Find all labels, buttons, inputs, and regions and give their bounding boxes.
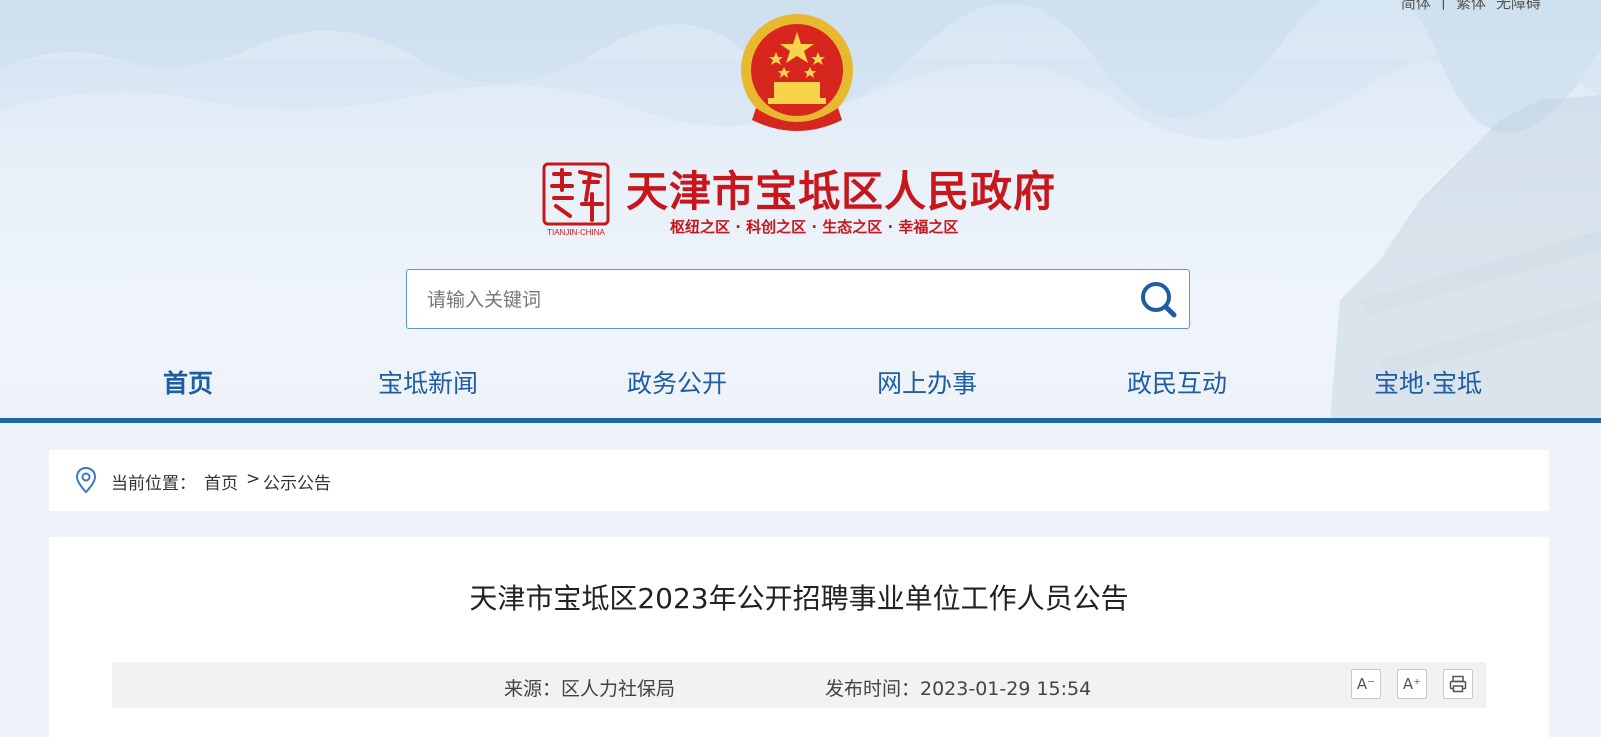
- print-button[interactable]: [1443, 669, 1473, 699]
- traditional-chinese-link[interactable]: 繁体: [1456, 0, 1486, 13]
- site-slogan: 枢纽之区 · 科创之区 · 生态之区 · 幸福之区: [670, 218, 959, 236]
- national-emblem-icon: [741, 14, 853, 131]
- simplified-chinese-link[interactable]: 简体: [1401, 0, 1431, 13]
- article-source: 来源：区人力社保局: [504, 678, 676, 700]
- location-pin-icon: [75, 466, 97, 494]
- nav-item-home[interactable]: 首页: [163, 364, 213, 400]
- font-increase-button[interactable]: A⁺: [1397, 669, 1427, 699]
- nav-item-government-affairs[interactable]: 政务公开: [627, 364, 727, 400]
- article-publish-time: 发布时间：2023-01-29 15:54: [825, 678, 1092, 700]
- breadcrumb: 当前位置： 首页 > 公示公告: [49, 450, 1549, 511]
- breadcrumb-label: 当前位置：: [111, 474, 196, 494]
- site-brand[interactable]: TIANJIN·CHINA 天津市宝坻区人民政府 枢纽之区 · 科创之区 · 生…: [540, 158, 1060, 240]
- seal-caption: TIANJIN·CHINA: [547, 228, 605, 237]
- nav-item-interaction[interactable]: 政民互动: [1127, 364, 1227, 400]
- search-icon[interactable]: [1137, 278, 1181, 322]
- font-decrease-button[interactable]: A⁻: [1351, 669, 1381, 699]
- top-links: 简体 | 繁体 无障碍: [1401, 0, 1541, 13]
- link-divider: |: [1440, 0, 1446, 10]
- site-title: 天津市宝坻区人民政府: [626, 167, 1057, 216]
- article-panel: 天津市宝坻区2023年公开招聘事业单位工作人员公告 来源：区人力社保局 发布时间…: [49, 537, 1549, 737]
- accessibility-link[interactable]: 无障碍: [1496, 0, 1541, 13]
- article-meta-bar: 来源：区人力社保局 发布时间：2023-01-29 15:54 A⁻ A⁺: [112, 662, 1486, 708]
- nav-item-baodi-news[interactable]: 宝坻新闻: [378, 364, 478, 400]
- main-nav: 首页 宝坻新闻 政务公开 网上办事 政民互动 宝地·宝坻: [0, 350, 1601, 418]
- breadcrumb-separator: >: [246, 469, 261, 489]
- tianjin-seal-logo: TIANJIN·CHINA: [542, 162, 610, 237]
- nav-item-online-services[interactable]: 网上办事: [877, 364, 977, 400]
- article-title: 天津市宝坻区2023年公开招聘事业单位工作人员公告: [469, 582, 1129, 615]
- search-box: [406, 269, 1190, 329]
- nav-item-baodi-feature[interactable]: 宝地·宝坻: [1374, 364, 1482, 400]
- printer-icon: [1449, 675, 1467, 693]
- search-input[interactable]: [425, 284, 1109, 316]
- breadcrumb-home-link[interactable]: 首页: [204, 469, 238, 494]
- nav-divider: [0, 418, 1601, 423]
- breadcrumb-announcements-link[interactable]: 公示公告: [263, 469, 331, 494]
